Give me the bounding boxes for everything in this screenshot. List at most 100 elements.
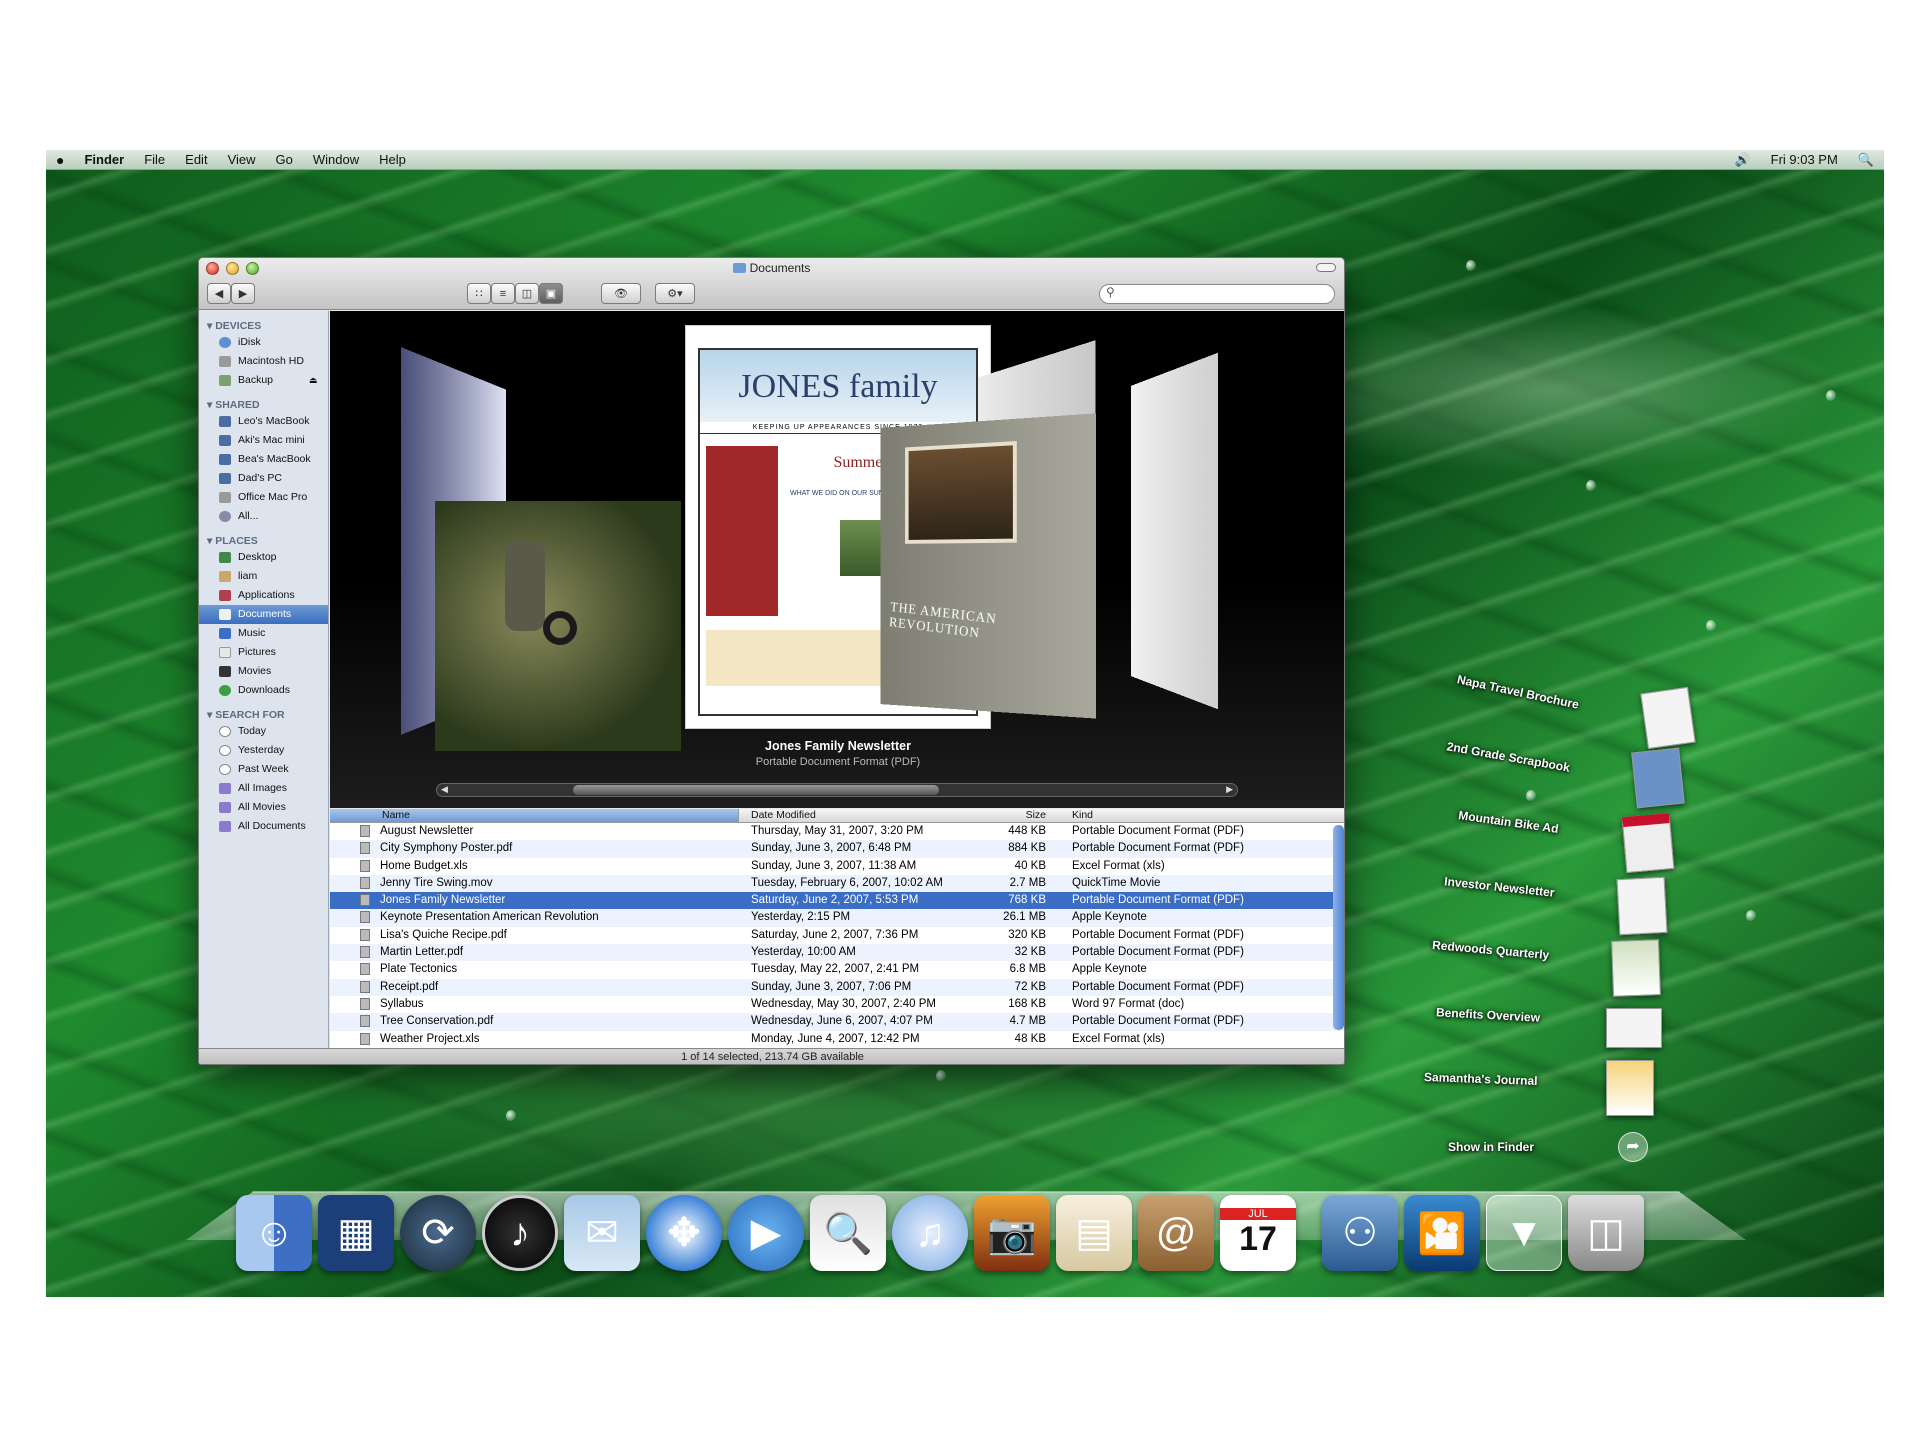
sidebar-item-all-documents[interactable]: All Documents [199,817,328,836]
eject-icon[interactable]: ⏏ [309,371,318,390]
stack-item-investor[interactable]: Investor Newsletter [1444,874,1556,899]
stack-thumb-redwoods[interactable] [1611,939,1661,997]
newsletter-icon[interactable]: ▤ [1056,1195,1132,1271]
sidebar-item-all-shared[interactable]: All... [199,507,328,526]
title-bar[interactable]: Documents ◀ ▶ ∷ ≡ ◫ ▣ 👁 ⚙▾ ⚲ [199,258,1344,310]
sidebar-item-office-mac-pro[interactable]: Office Mac Pro [199,488,328,507]
sidebar-item-beas-macbook[interactable]: Bea's MacBook [199,450,328,469]
stack-item-redwoods[interactable]: Redwoods Quarterly [1432,938,1550,962]
movie-stack-icon[interactable]: 🎦 [1404,1195,1480,1271]
preview-icon[interactable]: 🔍 [810,1195,886,1271]
table-row-selected[interactable]: Jones Family Newsletter Saturday, June 2,… [330,892,1345,909]
stack-thumb-napa[interactable] [1640,687,1695,749]
icon-view-button[interactable]: ∷ [467,283,491,304]
cover-flow-button[interactable]: ▣ [539,283,563,304]
search-field[interactable]: ⚲ [1099,284,1335,304]
stack-item-journal[interactable]: Samantha's Journal [1424,1070,1538,1088]
menubar-clock[interactable]: Fri 9:03 PM [1761,150,1848,170]
sidebar-item-applications[interactable]: Applications [199,586,328,605]
column-header-kind[interactable]: Kind [1058,809,1345,822]
menu-help[interactable]: Help [369,150,416,170]
coverflow-scrollbar[interactable]: ◀ ▶ [436,783,1238,797]
sidebar-heading-devices[interactable]: ▾ DEVICES [199,319,328,333]
table-row[interactable]: Receipt.pdf Sunday, June 3, 2007, 7:06 PM… [330,979,1345,996]
sidebar-item-leos-macbook[interactable]: Leo's MacBook [199,412,328,431]
stack-item-bike-ad[interactable]: Mountain Bike Ad [1458,808,1560,836]
table-row[interactable]: Jenny Tire Swing.mov Tuesday, February 6,… [330,875,1345,892]
back-button[interactable]: ◀ [207,283,231,304]
coverflow-scroll-thumb[interactable] [573,785,939,795]
sidebar-item-idisk[interactable]: iDisk [199,333,328,352]
app-menu[interactable]: Finder [74,150,134,170]
sidebar-heading-shared[interactable]: ▾ SHARED [199,398,328,412]
sidebar-item-desktop[interactable]: Desktop [199,548,328,567]
sidebar-item-all-movies[interactable]: All Movies [199,798,328,817]
table-row[interactable]: Home Budget.xls Sunday, June 3, 2007, 11:… [330,858,1345,875]
stack-item-napa[interactable]: Napa Travel Brochure [1456,672,1580,711]
stack-item-benefits[interactable]: Benefits Overview [1436,1005,1541,1024]
table-row[interactable]: Syllabus Wednesday, May 30, 2007, 2:40 PM… [330,996,1345,1013]
iphoto-icon[interactable]: 📷 [974,1195,1050,1271]
sidebar-heading-places[interactable]: ▾ PLACES [199,534,328,548]
toolbar-toggle-button[interactable] [1316,263,1336,272]
table-row[interactable]: City Symphony Poster.pdf Sunday, June 3, … [330,840,1345,857]
sidebar-heading-search-for[interactable]: ▾ SEARCH FOR [199,708,328,722]
stack-thumb-journal[interactable] [1606,1060,1654,1116]
cover-american-revolution[interactable]: THE AMERICAN REVOLUTION [881,413,1096,718]
list-scrollbar[interactable] [1333,825,1344,1030]
sidebar-item-dads-pc[interactable]: Dad's PC [199,469,328,488]
sidebar-item-pictures[interactable]: Pictures [199,643,328,662]
menu-go[interactable]: Go [266,150,303,170]
table-row[interactable]: August Newsletter Thursday, May 31, 2007,… [330,823,1345,840]
table-row[interactable]: Plate Tectonics Tuesday, May 22, 2007, 2:… [330,961,1345,978]
sidebar-item-home[interactable]: liam [199,567,328,586]
cover-tire-swing-movie[interactable] [435,501,681,751]
menu-window[interactable]: Window [303,150,369,170]
sidebar-item-backup[interactable]: Backup ⏏ [199,371,328,390]
finder-icon[interactable]: ☺ [236,1195,312,1271]
sidebar-item-yesterday[interactable]: Yesterday [199,741,328,760]
trash-icon[interactable]: ◫ [1568,1195,1644,1271]
address-book-icon[interactable]: @ [1138,1195,1214,1271]
sidebar-item-downloads[interactable]: Downloads [199,681,328,700]
column-view-button[interactable]: ◫ [515,283,539,304]
column-header-date[interactable]: Date Modified [739,809,975,822]
cover-document-far-right[interactable] [1131,353,1218,710]
downloads-stack-icon[interactable]: ▼ [1486,1195,1562,1271]
stack-item-scrapbook[interactable]: 2nd Grade Scrapbook [1446,739,1571,774]
cover-flow[interactable]: JONES family KEEPING UP APPEARANCES SINC… [330,311,1345,808]
scroll-right-icon[interactable]: ▶ [1226,784,1233,795]
table-row[interactable]: Martin Letter.pdf Yesterday, 10:00 AM 32 K… [330,944,1345,961]
sidebar-item-macintosh-hd[interactable]: Macintosh HD [199,352,328,371]
sidebar-item-movies[interactable]: Movies [199,662,328,681]
table-row[interactable]: Weather Project.xls Monday, June 4, 2007,… [330,1031,1345,1048]
menu-file[interactable]: File [134,150,175,170]
safari-icon[interactable]: ✥ [646,1195,722,1271]
volume-icon[interactable]: 🔊 [1724,150,1760,170]
stack-thumb-benefits[interactable] [1606,1008,1662,1048]
stack-thumb-bike-ad[interactable] [1622,813,1675,873]
table-row[interactable]: Tree Conservation.pdf Wednesday, June 6, … [330,1013,1345,1030]
table-row[interactable]: Lisa's Quiche Recipe.pdf Saturday, June 2… [330,927,1345,944]
dashboard-icon[interactable]: ▦ [318,1195,394,1271]
sidebar-item-today[interactable]: Today [199,722,328,741]
spotlight-icon[interactable]: 🔍 [1848,150,1884,170]
stack-thumb-investor[interactable] [1617,877,1668,935]
show-in-finder-arrow-icon[interactable]: ➦ [1618,1132,1648,1162]
table-row[interactable]: Keynote Presentation American Revolution… [330,909,1345,926]
forward-button[interactable]: ▶ [231,283,255,304]
ical-icon[interactable]: JUL 17 [1220,1195,1296,1271]
menu-edit[interactable]: Edit [175,150,217,170]
time-machine-icon[interactable]: ⟳ [400,1195,476,1271]
sidebar-item-all-images[interactable]: All Images [199,779,328,798]
action-menu-button[interactable]: ⚙▾ [655,283,695,304]
dashboard-widgets-icon[interactable]: ♪ [482,1195,558,1271]
photos-stack-icon[interactable]: ⚇ [1322,1195,1398,1271]
sidebar-item-music[interactable]: Music [199,624,328,643]
stack-thumb-scrapbook[interactable] [1631,748,1685,809]
itunes-icon[interactable]: ♫ [892,1195,968,1271]
quick-look-button[interactable]: 👁 [601,283,641,304]
menu-view[interactable]: View [218,150,266,170]
scroll-left-icon[interactable]: ◀ [441,784,448,795]
column-header-name[interactable]: Name [330,809,739,822]
